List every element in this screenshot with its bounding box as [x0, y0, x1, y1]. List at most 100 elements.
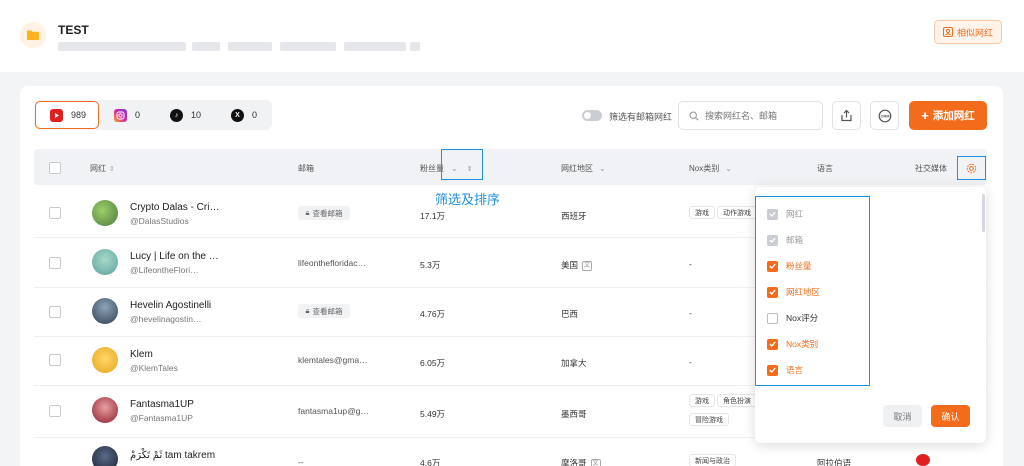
tab-x[interactable]: X 0 — [231, 101, 257, 129]
youtube-icon — [50, 108, 63, 122]
tiktok-count: 10 — [191, 110, 202, 120]
influencer-name[interactable]: ثَمْ تَكْرَمْ tam takrem — [130, 450, 215, 461]
influencer-handle: @DalasStudios — [130, 216, 189, 226]
tab-instagram[interactable]: 0 — [114, 101, 140, 129]
export-button[interactable] — [832, 101, 861, 130]
lock-icon: 🔒︎ — [305, 208, 310, 217]
search-input[interactable] — [705, 110, 815, 121]
avatar — [92, 397, 118, 423]
nox-category-value: - — [689, 357, 692, 367]
avatar — [92, 446, 118, 466]
category-tag: 角色扮演 — [717, 394, 757, 407]
followers-value: 17.1万 — [420, 211, 446, 221]
cancel-button[interactable]: 取消 — [883, 405, 922, 427]
column-social: 社交媒体 — [915, 163, 947, 174]
translate-icon: 文 — [590, 458, 601, 466]
chevron-down-icon[interactable]: ⌄ — [599, 164, 606, 173]
category-tag: 游戏 — [689, 394, 715, 407]
column-region[interactable]: 网红地区 ⌄ — [561, 163, 606, 174]
region-value: 西班牙 — [561, 211, 587, 221]
annotation-label: 筛选及排序 — [435, 192, 501, 207]
similar-button-label: 相似网红 — [956, 27, 993, 38]
influencer-handle: @LifeontheFlori… — [130, 265, 199, 275]
followers-value: 5.49万 — [420, 409, 446, 419]
followers-value: 4.76万 — [420, 309, 446, 319]
avatar — [92, 200, 118, 226]
instagram-count: 0 — [135, 110, 141, 120]
sort-icon: ⇕ — [109, 165, 115, 173]
table-header — [34, 149, 987, 185]
influencer-name[interactable]: Fantasma1UP — [130, 399, 194, 410]
row-checkbox[interactable] — [49, 207, 61, 219]
column-email: 邮箱 — [298, 163, 314, 174]
region-value: 墨西哥 — [561, 409, 587, 419]
avatar — [92, 298, 118, 324]
youtube-icon[interactable] — [916, 454, 930, 466]
view-email-button[interactable]: 🔒︎ 查看邮箱 — [298, 304, 350, 318]
page-header — [0, 0, 1024, 72]
region-cell: 美国文 — [561, 259, 593, 271]
row-checkbox[interactable] — [49, 405, 61, 417]
crm-button[interactable]: CRM — [870, 101, 899, 130]
region-value: 美国 — [561, 260, 579, 270]
plus-icon: + — [921, 108, 929, 123]
row-checkbox[interactable] — [49, 306, 61, 318]
column-nox-category[interactable]: Nox类别 ⌄ — [689, 163, 732, 174]
redacted-text — [58, 42, 186, 51]
followers-value: 4.6万 — [420, 458, 441, 466]
annotation-highlight-box — [441, 149, 483, 180]
category-tag: 冒险游戏 — [689, 413, 729, 426]
redacted-text — [410, 42, 420, 51]
influencer-handle: @KlemTales — [130, 363, 178, 373]
svg-text:CRM: CRM — [880, 113, 890, 118]
scrollbar[interactable] — [982, 194, 985, 232]
avatar — [92, 249, 118, 275]
language-value: 阿拉伯语 — [817, 458, 852, 466]
tab-youtube[interactable]: 989 — [35, 101, 99, 129]
avatar — [92, 347, 118, 373]
row-checkbox[interactable] — [49, 257, 61, 269]
email-value[interactable]: fantasma1up@g… — [298, 406, 369, 416]
influencer-name[interactable]: Klem — [130, 349, 153, 360]
translate-icon: 文 — [582, 260, 593, 271]
instagram-icon — [114, 108, 127, 122]
x-icon: X — [231, 108, 244, 122]
column-influencer[interactable]: 网红 ⇕ — [90, 163, 115, 174]
chevron-down-icon[interactable]: ⌄ — [725, 164, 732, 173]
nox-category-value: - — [689, 259, 692, 269]
region-value: 加拿大 — [561, 358, 587, 368]
confirm-button[interactable]: 确认 — [931, 405, 970, 427]
crm-icon: CRM — [878, 109, 891, 122]
row-checkbox[interactable] — [49, 354, 61, 366]
search-box[interactable] — [678, 101, 823, 130]
influencer-handle: @hevelinagostin… — [130, 314, 202, 324]
redacted-text — [228, 42, 272, 51]
similar-influencers-button[interactable]: 相似网红 — [934, 20, 1002, 44]
youtube-count: 989 — [71, 110, 87, 120]
email-filter-toggle[interactable] — [582, 110, 602, 121]
category-tag: 动作游戏 — [717, 206, 757, 219]
gear-icon — [966, 163, 977, 173]
add-influencer-button[interactable]: + 添加网红 — [909, 101, 987, 130]
region-value: 巴西 — [561, 309, 579, 319]
influencer-name[interactable]: Hevelin Agostinelli — [130, 300, 211, 311]
tiktok-icon: ♪ — [170, 108, 183, 122]
category-tag: 游戏 — [689, 206, 715, 219]
view-email-label: 查看邮箱 — [312, 208, 343, 218]
column-label: 语言 — [817, 164, 833, 173]
influencer-name[interactable]: Lucy | Life on the … — [130, 251, 219, 262]
select-all-checkbox[interactable] — [49, 162, 61, 174]
user-search-icon — [942, 27, 953, 37]
email-value[interactable]: lifeonthefloridac… — [298, 258, 366, 268]
column-settings-button[interactable] — [957, 156, 986, 180]
email-value[interactable]: klemtales@gma… — [298, 355, 368, 365]
column-label: Nox类别 — [689, 164, 720, 173]
region-cell: 摩洛哥文 — [561, 457, 601, 466]
tab-tiktok[interactable]: ♪ 10 — [170, 101, 201, 129]
annotation-highlight-box — [755, 196, 870, 386]
view-email-button[interactable]: 🔒︎ 查看邮箱 — [298, 206, 350, 220]
influencer-name[interactable]: Crypto Dalas - Cri… — [130, 202, 219, 213]
followers-value: 6.05万 — [420, 358, 446, 368]
export-icon — [841, 109, 852, 122]
x-count: 0 — [252, 110, 258, 120]
